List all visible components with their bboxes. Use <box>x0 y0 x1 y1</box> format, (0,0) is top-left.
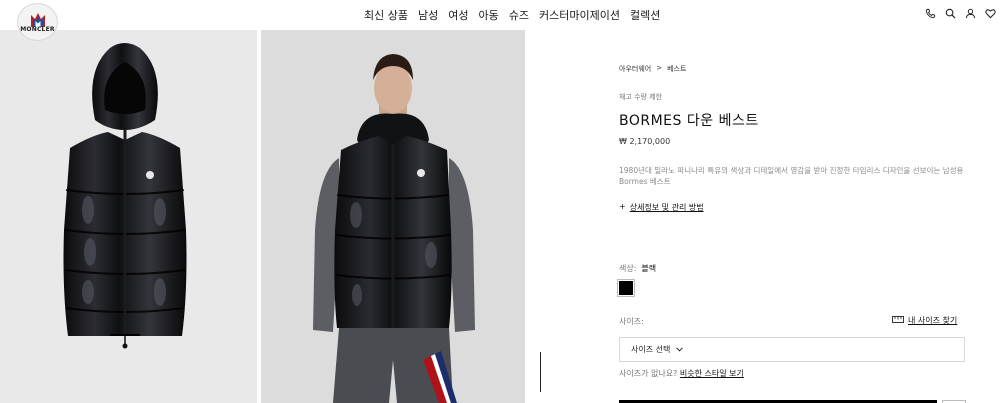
product-price: ₩ 2,170,000 <box>619 137 671 146</box>
product-description: 1980년대 밀라노 파니나리 특유의 색상과 디테일에서 영감을 받아 진정한… <box>619 166 964 186</box>
similar-styles-link[interactable]: 비슷한 스타일 보기 <box>680 369 744 378</box>
brand-logo-text: MONCLER <box>20 26 55 33</box>
ruler-icon <box>892 316 904 325</box>
color-swatch-black[interactable] <box>617 279 635 297</box>
product-image-front[interactable] <box>0 30 257 403</box>
vest-front-image <box>63 43 187 349</box>
breadcrumb-vests[interactable]: 베스트 <box>667 64 686 74</box>
details-care-label: 상세정보 및 관리 방법 <box>629 203 704 212</box>
main-nav: 최신 상품 남성 여성 아동 슈즈 커스터마이제이션 컬렉션 <box>364 7 660 23</box>
model-wearing-vest-image <box>313 54 475 403</box>
details-care-link[interactable]: + 상세정보 및 관리 방법 <box>619 202 704 213</box>
size-select-dropdown[interactable]: 사이즈 선택 <box>619 337 965 362</box>
product-title: BORMES 다운 베스트 <box>619 113 759 129</box>
color-value: 블랙 <box>641 264 657 273</box>
rooster-logo-icon <box>30 13 45 27</box>
site-header: 최신 상품 남성 여성 아동 슈즈 커스터마이제이션 컬렉션 <box>0 0 1000 30</box>
size-guide-link[interactable]: 내 사이즈 찾기 <box>892 315 957 326</box>
brand-logo[interactable]: MONCLER <box>17 3 58 41</box>
stock-note: 재고 수량 제한 <box>619 93 663 101</box>
nav-item-customization[interactable]: 커스터마이제이션 <box>539 7 620 23</box>
no-size-row: 사이즈가 없나요? 비슷한 스타일 보기 <box>619 368 744 379</box>
size-label: 사이즈: <box>619 317 644 326</box>
scroll-divider <box>540 352 541 392</box>
chevron-down-icon <box>676 345 684 354</box>
size-guide-label: 내 사이즈 찾기 <box>908 316 958 325</box>
phone-icon[interactable] <box>925 8 936 19</box>
breadcrumb: 아우터웨어 > 베스트 <box>619 64 686 74</box>
nav-item-new[interactable]: 최신 상품 <box>364 7 408 23</box>
header-icons <box>925 8 996 19</box>
breadcrumb-outerwear[interactable]: 아우터웨어 <box>619 64 651 74</box>
user-icon[interactable] <box>965 8 976 19</box>
product-image-model[interactable] <box>261 30 525 403</box>
nav-item-shoes[interactable]: 슈즈 <box>509 7 529 23</box>
nav-item-women[interactable]: 여성 <box>448 7 468 23</box>
size-select-placeholder: 사이즈 선택 <box>631 345 671 354</box>
breadcrumb-separator: > <box>656 64 663 72</box>
heart-icon[interactable] <box>985 8 996 19</box>
plus-icon: + <box>619 202 626 211</box>
nav-item-collections[interactable]: 컬렉션 <box>630 7 660 23</box>
color-row: 색상: 블랙 <box>619 263 656 274</box>
nav-item-men[interactable]: 남성 <box>418 7 438 23</box>
search-icon[interactable] <box>945 8 956 19</box>
nav-item-kids[interactable]: 아동 <box>478 7 498 23</box>
no-size-text: 사이즈가 없나요? <box>619 369 678 378</box>
color-label: 색상: <box>619 264 637 273</box>
